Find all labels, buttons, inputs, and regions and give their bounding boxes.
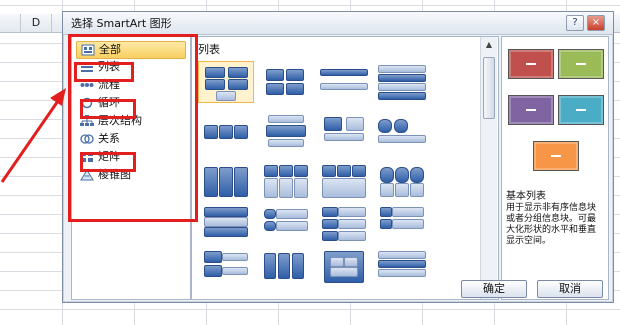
annotation-arrow-icon (0, 88, 66, 183)
gallery-scrollbar[interactable]: ▲ ▼ (480, 37, 497, 299)
layout-thumbnail[interactable] (374, 111, 428, 151)
ok-button[interactable]: 确定 (461, 280, 527, 298)
preview-shape (533, 141, 579, 171)
title-bar[interactable]: 选择 SmartArt 图形 ? × (63, 12, 613, 35)
layout-thumbnail[interactable] (316, 111, 370, 151)
help-button[interactable]: ? (566, 15, 584, 31)
scroll-thumb[interactable] (483, 57, 495, 119)
layout-thumbnail[interactable] (316, 161, 370, 201)
layout-thumbnail[interactable] (258, 203, 312, 243)
gallery-title: 列表 (198, 43, 220, 56)
scroll-up-icon[interactable]: ▲ (483, 39, 495, 51)
close-button[interactable]: × (587, 15, 605, 31)
layout-thumbnail[interactable] (316, 203, 370, 243)
layout-thumbnail[interactable] (316, 247, 370, 287)
layout-thumbnail[interactable] (258, 61, 312, 101)
annotation-highlight-list (74, 62, 134, 82)
preview-description: 用于显示非有序信息块或者分组信息块。可最大化形状的水平和垂直显示空间。 (506, 203, 597, 246)
layout-gallery: 列表 ▲ (191, 36, 499, 300)
layout-thumbnail[interactable] (258, 111, 312, 151)
preview-shape (508, 49, 554, 79)
layout-thumbnail[interactable] (198, 247, 252, 287)
preview-layout-name: 基本列表 (506, 191, 546, 202)
layout-thumbnail[interactable] (198, 161, 252, 201)
annotation-highlight-matrix (80, 152, 136, 172)
preview-panel: 基本列表 用于显示非有序信息块或者分组信息块。可最大化形状的水平和垂直显示空间。 (501, 36, 609, 300)
layout-thumbnail[interactable] (258, 161, 312, 201)
layout-thumbnail[interactable] (198, 111, 252, 151)
preview-shape (508, 95, 554, 125)
layout-thumbnail[interactable] (258, 247, 312, 287)
layout-thumbnail[interactable] (316, 61, 370, 101)
layout-thumbnail-basic-list[interactable] (198, 61, 254, 103)
annotation-highlight-cycle (80, 99, 136, 119)
preview-shape (558, 95, 604, 125)
layout-thumbnail[interactable] (374, 203, 428, 243)
layout-thumbnail[interactable] (374, 161, 428, 201)
layout-thumbnail[interactable] (374, 247, 428, 287)
preview-shape (558, 49, 604, 79)
dialog-title: 选择 SmartArt 图形 (71, 17, 172, 30)
layout-thumbnail[interactable] (374, 61, 428, 101)
cancel-button[interactable]: 取消 (537, 280, 603, 298)
layout-thumbnail[interactable] (198, 203, 252, 243)
